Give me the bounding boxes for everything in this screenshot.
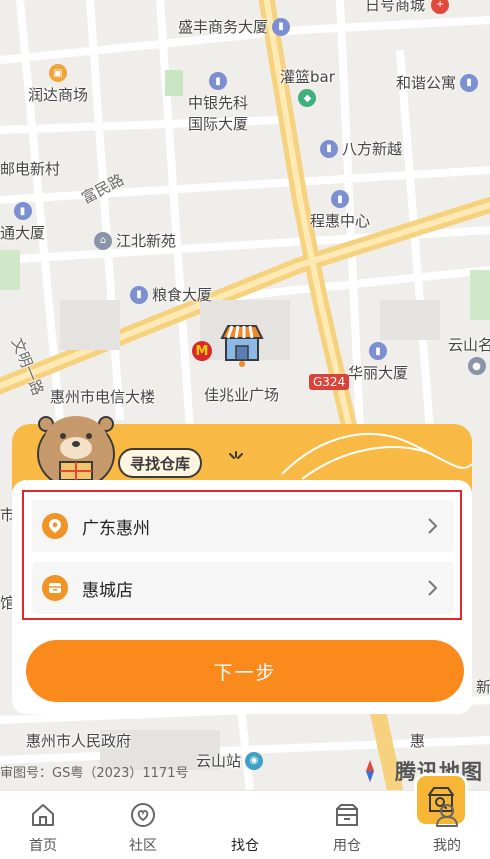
poi-liangshi[interactable]: ▮ 粮食大厦	[130, 284, 212, 305]
compass-icon[interactable]	[357, 758, 383, 784]
tab-community[interactable]: 社区	[94, 791, 192, 859]
region-value: 广东惠州	[82, 518, 150, 539]
user-poi-icon: ●	[467, 357, 486, 375]
card-title: 寻找仓库	[118, 448, 203, 478]
store-icon	[42, 575, 68, 601]
home-poi-icon: ⌂	[94, 231, 112, 250]
chevron-right-icon	[428, 518, 438, 534]
poi-hui: 惠	[410, 732, 426, 750]
poi-tong[interactable]: ▮ 通大厦	[0, 202, 45, 243]
shop-icon: ▣	[49, 64, 67, 82]
building-icon: ▮	[320, 139, 338, 158]
poi-youdian: 邮电新村	[0, 160, 61, 178]
selection-highlight-box: 广东惠州 惠城店	[22, 490, 462, 620]
decorative-swoosh	[281, 433, 472, 480]
poi-xin: 新	[476, 678, 490, 696]
otter-mascot-icon	[37, 416, 115, 489]
community-heart-icon	[131, 803, 155, 827]
poi-runda[interactable]: ▣ 润达商场	[28, 64, 88, 105]
next-step-button[interactable]: 下一步	[26, 640, 464, 702]
poi-shengfeng[interactable]: 盛丰商务大厦 ▮	[178, 16, 294, 37]
user-icon	[436, 804, 458, 827]
poi-jiazhaoye: 佳兆业广场	[204, 386, 280, 404]
building-icon: ▮	[209, 72, 227, 90]
building-icon: ▮	[331, 190, 349, 208]
poi-zhongyin[interactable]: ▮ 中银先科 国际大厦	[188, 72, 248, 134]
poi-government: 惠州市人民政府	[26, 732, 132, 750]
region-selector[interactable]: 广东惠州	[32, 500, 454, 552]
bottom-tab-bar: 首页 社区 找仓 用仓 我的	[0, 773, 490, 859]
sparkle-icon	[229, 451, 243, 459]
warehouse-marker-icon[interactable]	[220, 322, 264, 368]
tab-mine[interactable]: 我的	[398, 791, 490, 859]
plus-icon: +	[431, 0, 450, 14]
poi-jiangbei[interactable]: ⌂ 江北新苑	[94, 230, 176, 251]
road-g324-badge: G324	[309, 374, 350, 390]
bar-icon: ◆	[298, 89, 317, 107]
chevron-right-icon	[428, 580, 438, 596]
home-icon	[32, 804, 54, 826]
tab-find-warehouse[interactable]: 找仓	[196, 773, 468, 859]
building-icon: ▮	[369, 342, 387, 360]
tab-use-warehouse[interactable]: 用仓	[298, 791, 396, 859]
location-pin-icon	[42, 513, 68, 539]
map-credit: 审图号：GS粤（2023）1171号	[0, 766, 189, 781]
poi-yunshan-station[interactable]: 云山站 ◉	[196, 750, 267, 771]
store-value: 惠城店	[82, 580, 133, 601]
store-selector[interactable]: 惠城店	[32, 562, 454, 614]
poi-huali[interactable]: ▮ 华丽大厦	[348, 342, 408, 383]
building-icon: ▮	[460, 73, 479, 92]
poi-chenghui[interactable]: ▮ 程惠中心	[310, 190, 370, 231]
poi-guanlan-bar[interactable]: 灌篮bar ◆	[280, 66, 335, 107]
building-icon: ▮	[130, 285, 148, 304]
mcdonalds-icon[interactable]: M	[192, 341, 212, 361]
warehouse-finder-card: 寻找仓库 广东惠州 惠城店 下一步	[12, 416, 472, 714]
building-icon: ▮	[13, 202, 32, 220]
poi-yunshan[interactable]: 云山名 ●	[448, 334, 490, 375]
poi-rihao[interactable]: 日号商城 +	[365, 0, 453, 15]
box-icon	[336, 804, 358, 826]
tab-home[interactable]: 首页	[0, 791, 92, 859]
metro-icon: ◉	[245, 751, 264, 770]
poi-bafang[interactable]: ▮ 八方新越	[320, 138, 402, 159]
poi-hexie[interactable]: 和谐公寓 ▮	[396, 72, 482, 93]
building-icon: ▮	[272, 17, 291, 36]
